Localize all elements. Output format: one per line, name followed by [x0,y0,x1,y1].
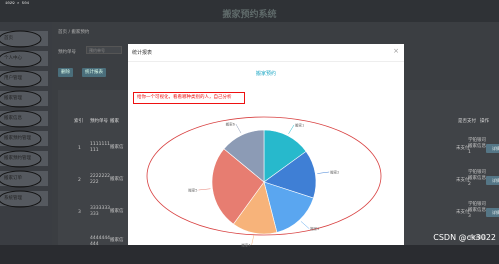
breadcrumb: 首页 / 搬家预约 [58,29,89,35]
annotation-note: 给你一个可视化，看看哪种类别的人，自己分析 [133,92,245,104]
row-order-2: 222 [90,180,99,185]
row-order-2: 111 [90,148,99,153]
app-title: 搬家预约系统 [222,10,277,20]
pie-leader-line-4 [251,234,255,245]
col-header-op: 操作 [480,119,489,124]
delete-label: 删除 [61,70,70,75]
detail-button[interactable]: 详情 [486,144,499,153]
pie-label-5: 搬家5 [188,188,197,193]
detail-button[interactable]: 详情 [486,176,499,185]
row-order-2: 444 [90,242,99,247]
row-name: 搬家信 [110,145,124,150]
pie-leader-line-3 [300,221,310,229]
col-header-order: 预约单号 [90,119,108,124]
pie-leader-line-2 [317,171,330,174]
sidebar-annotation-ovals [0,30,42,208]
detail-button[interactable]: 详情 [486,208,499,217]
row-detail-3: 1 [468,150,471,155]
app-header: 1029 × 504 搬家预约系统 [0,0,499,22]
stats-label: 统计报表 [85,70,103,75]
pie-label-6: 搬家6 [226,122,235,127]
pie-chart: 搬家1搬家2搬家3搬家4搬家5搬家6 [146,116,382,247]
modal-divider [128,61,404,62]
breadcrumb-sep: / [68,30,70,35]
row-detail-3: 3 [468,214,471,219]
search-input[interactable]: 预约单号 [86,46,122,54]
pie-label-1: 搬家1 [295,122,304,127]
search-label: 预约单号 [58,50,76,55]
stats-report-button[interactable]: 统计报表 [82,68,106,77]
close-icon[interactable]: × [393,47,399,55]
row-name: 搬家信 [110,209,124,214]
window-size-label: 1029 × 504 [5,2,30,6]
watermark: CSDN @ck3022 [433,233,496,242]
col-header-paid: 是否支付 [458,119,476,124]
col-header-index: 索引 [74,119,83,124]
chart-title: 搬家预约 [255,71,276,77]
pie-leader-line-6 [235,123,242,134]
row-detail-3: 2 [468,182,471,187]
row-index: 1 [78,146,81,151]
pie-leader-line-1 [288,124,295,135]
breadcrumb-current: 搬家预约 [71,30,90,35]
row-index: 2 [78,178,81,183]
pie-leader-line-5 [198,188,211,191]
row-name: 搬家信 [110,177,124,182]
pie-label-2: 搬家2 [330,169,339,174]
pie-label-3: 搬家3 [310,226,319,231]
row-order-2: 333 [90,212,99,217]
row-index: 3 [78,210,81,215]
stats-report-modal: 统计报表 × 搬家预约 给你一个可视化，看看哪种类别的人，自己分析 搬家1 搬家2… [128,44,404,247]
col-header-moving: 搬家 [110,119,119,124]
breadcrumb-home[interactable]: 首页 [58,30,67,35]
delete-button[interactable]: 删除 [58,68,73,77]
row-name: 搬家信 [110,238,124,243]
modal-title: 统计报表 [132,50,153,56]
